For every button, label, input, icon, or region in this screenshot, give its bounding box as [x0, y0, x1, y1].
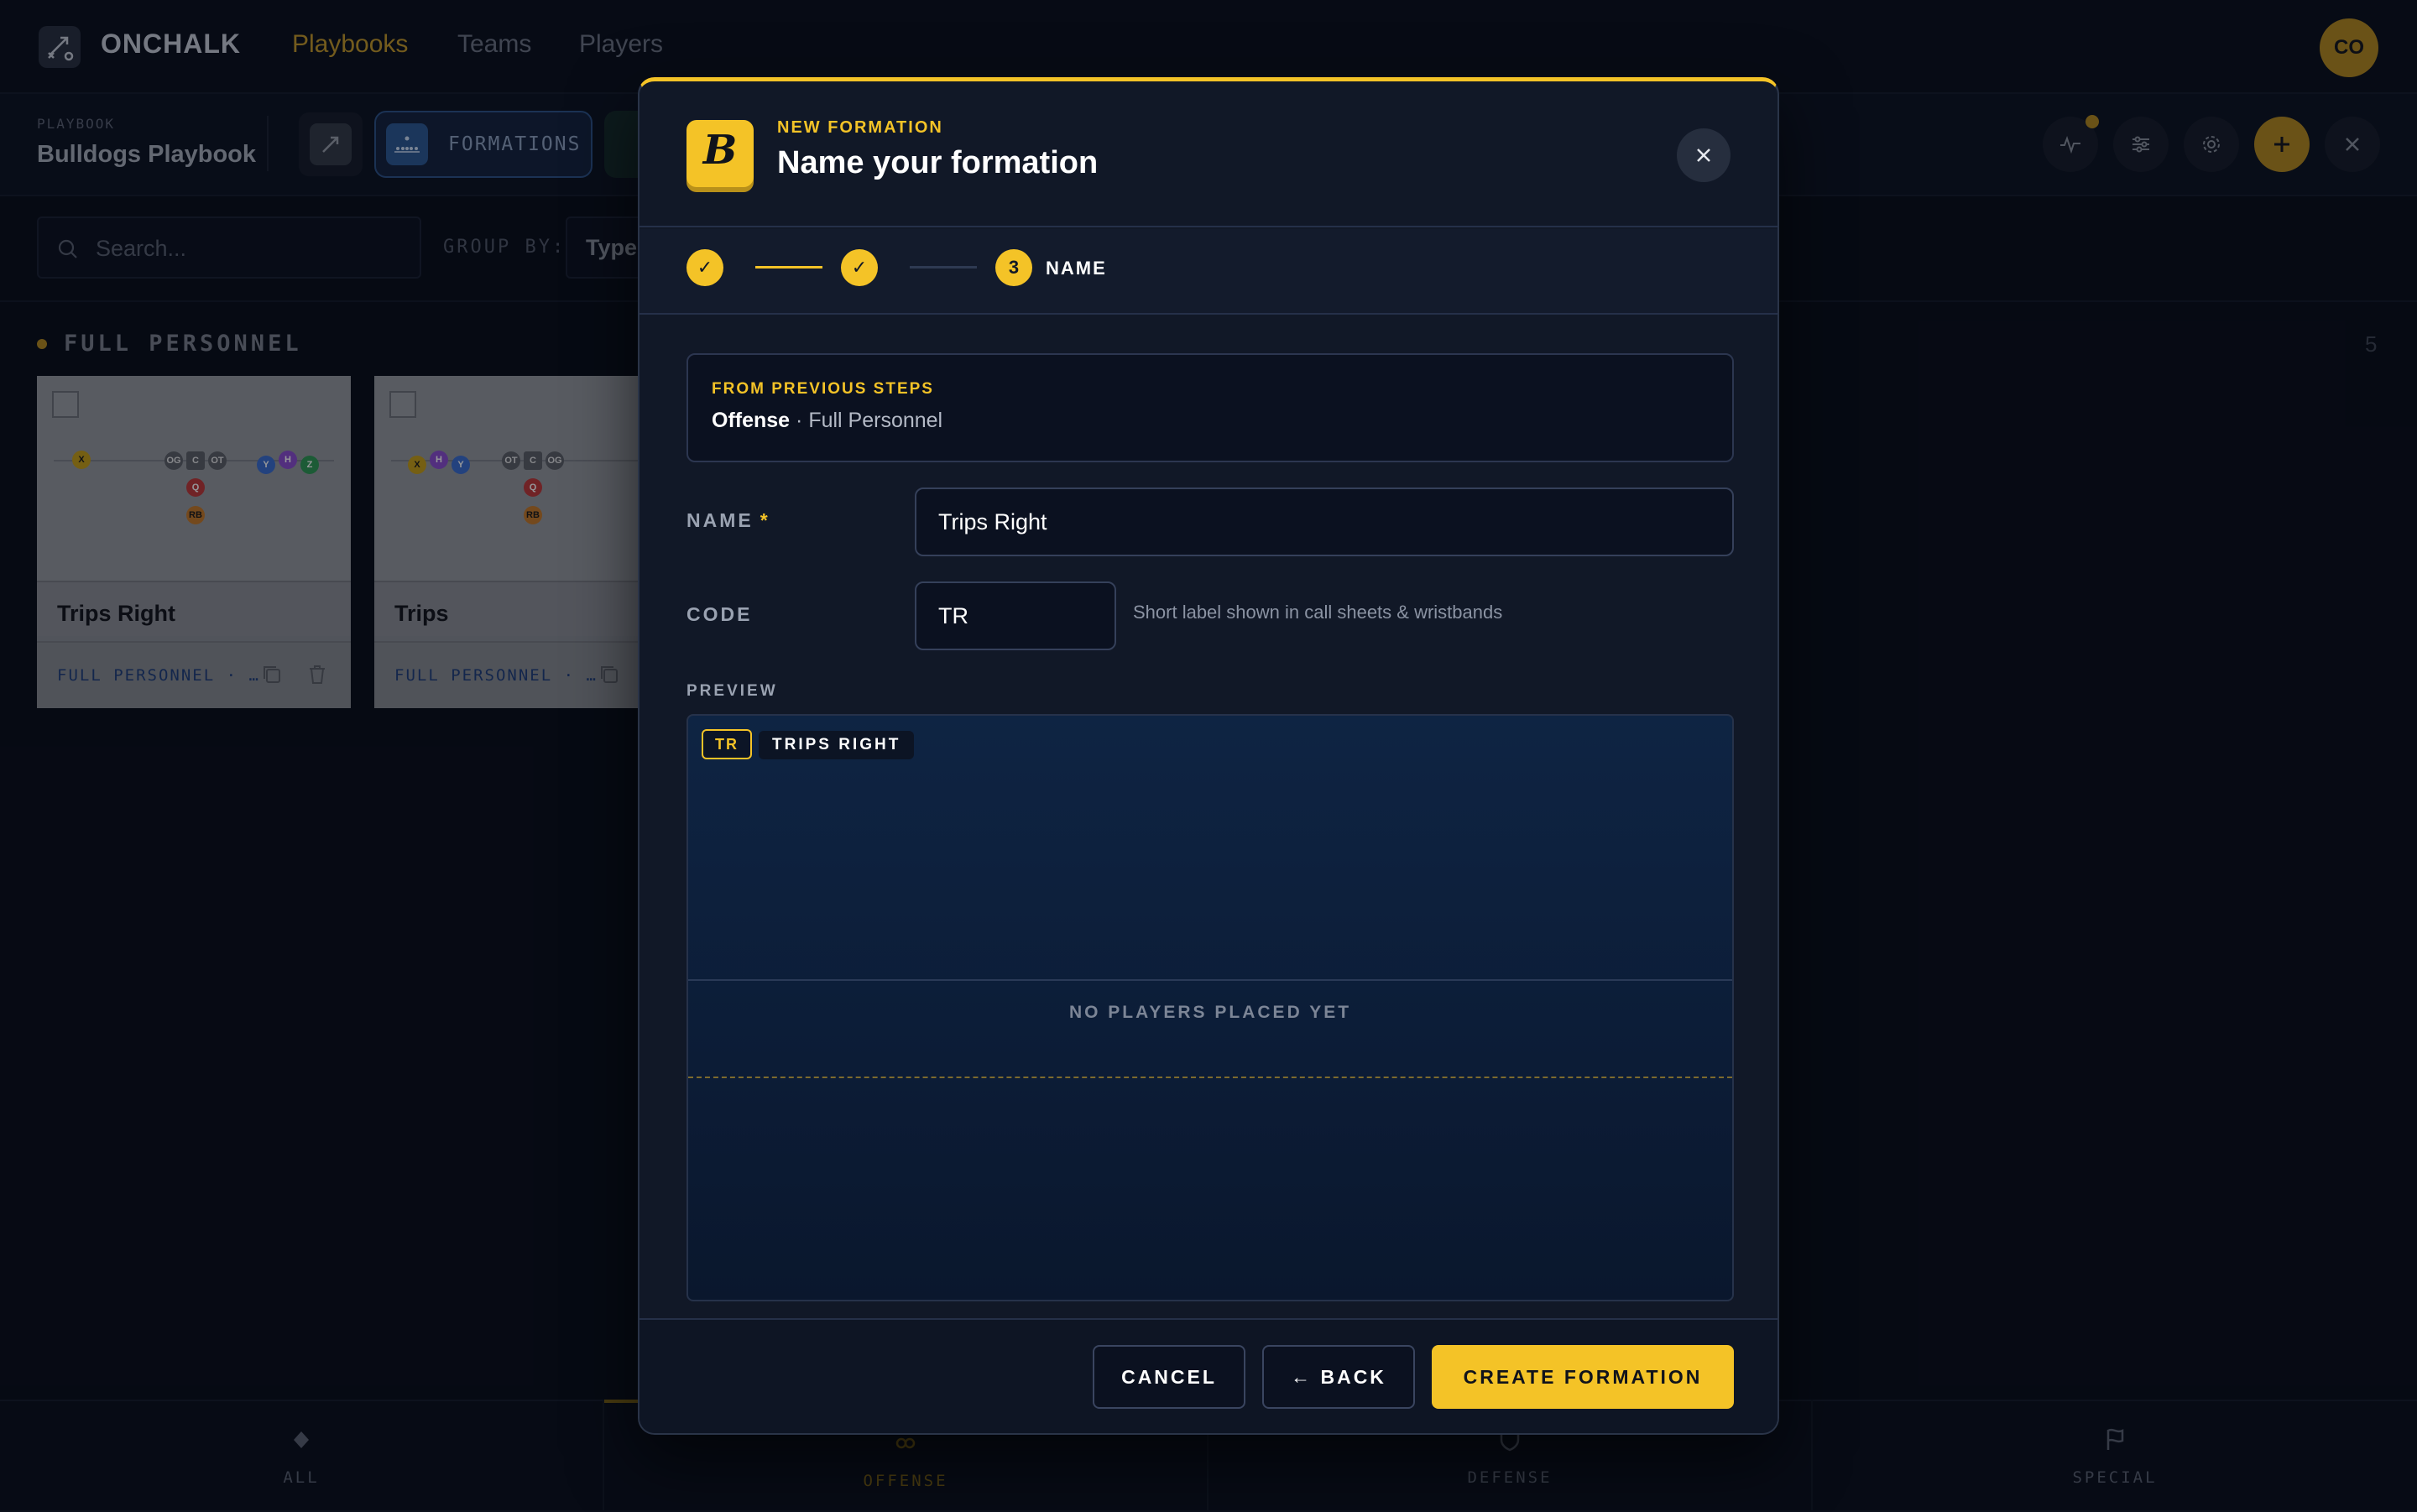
- formation-preview: TR TRIPS RIGHT NO PLAYERS PLACED YET: [686, 714, 1734, 1301]
- name-label: NAME *: [686, 509, 770, 531]
- summary-value: Offense · Full Personnel: [712, 409, 943, 432]
- team-logo: B: [686, 120, 754, 187]
- step-3-current: 3: [995, 249, 1032, 286]
- step-connector: [910, 266, 977, 269]
- divider: [639, 226, 1778, 227]
- empty-state-text: NO PLAYERS PLACED YET: [1068, 1003, 1352, 1022]
- close-icon: [1697, 149, 1710, 162]
- preview-code-badge: TR: [702, 729, 752, 759]
- create-formation-button[interactable]: CREATE FORMATION: [1432, 1345, 1734, 1409]
- step-1-complete: ✓: [686, 249, 723, 286]
- step-3-label: NAME: [1046, 258, 1107, 279]
- modal-title: Name your formation: [777, 145, 1099, 180]
- code-label: CODE: [686, 603, 753, 625]
- step-connector: [755, 266, 822, 269]
- back-button[interactable]: ← BACK: [1262, 1345, 1415, 1409]
- line-of-scrimmage: [688, 1077, 1732, 1078]
- divider: [639, 313, 1778, 315]
- step-indicator: [639, 229, 1778, 313]
- preview-name-badge: TRIPS RIGHT: [759, 731, 915, 759]
- code-help-text: Short label shown in call sheets & wrist…: [1133, 602, 1503, 623]
- previous-steps-summary: FROM PREVIOUS STEPS Offense · Full Perso…: [686, 353, 1734, 462]
- code-input[interactable]: [915, 581, 1116, 650]
- new-formation-modal: B NEW FORMATION Name your formation ✓ ✓ …: [638, 77, 1779, 1435]
- cancel-button[interactable]: CANCEL: [1093, 1345, 1245, 1409]
- step-2-complete: ✓: [841, 249, 878, 286]
- modal-eyebrow: NEW FORMATION: [777, 118, 943, 137]
- close-button[interactable]: [1677, 128, 1731, 182]
- name-input[interactable]: [915, 487, 1734, 556]
- preview-field-line: [688, 979, 1732, 981]
- preview-label: PREVIEW: [686, 682, 778, 700]
- summary-eyebrow: FROM PREVIOUS STEPS: [712, 380, 934, 398]
